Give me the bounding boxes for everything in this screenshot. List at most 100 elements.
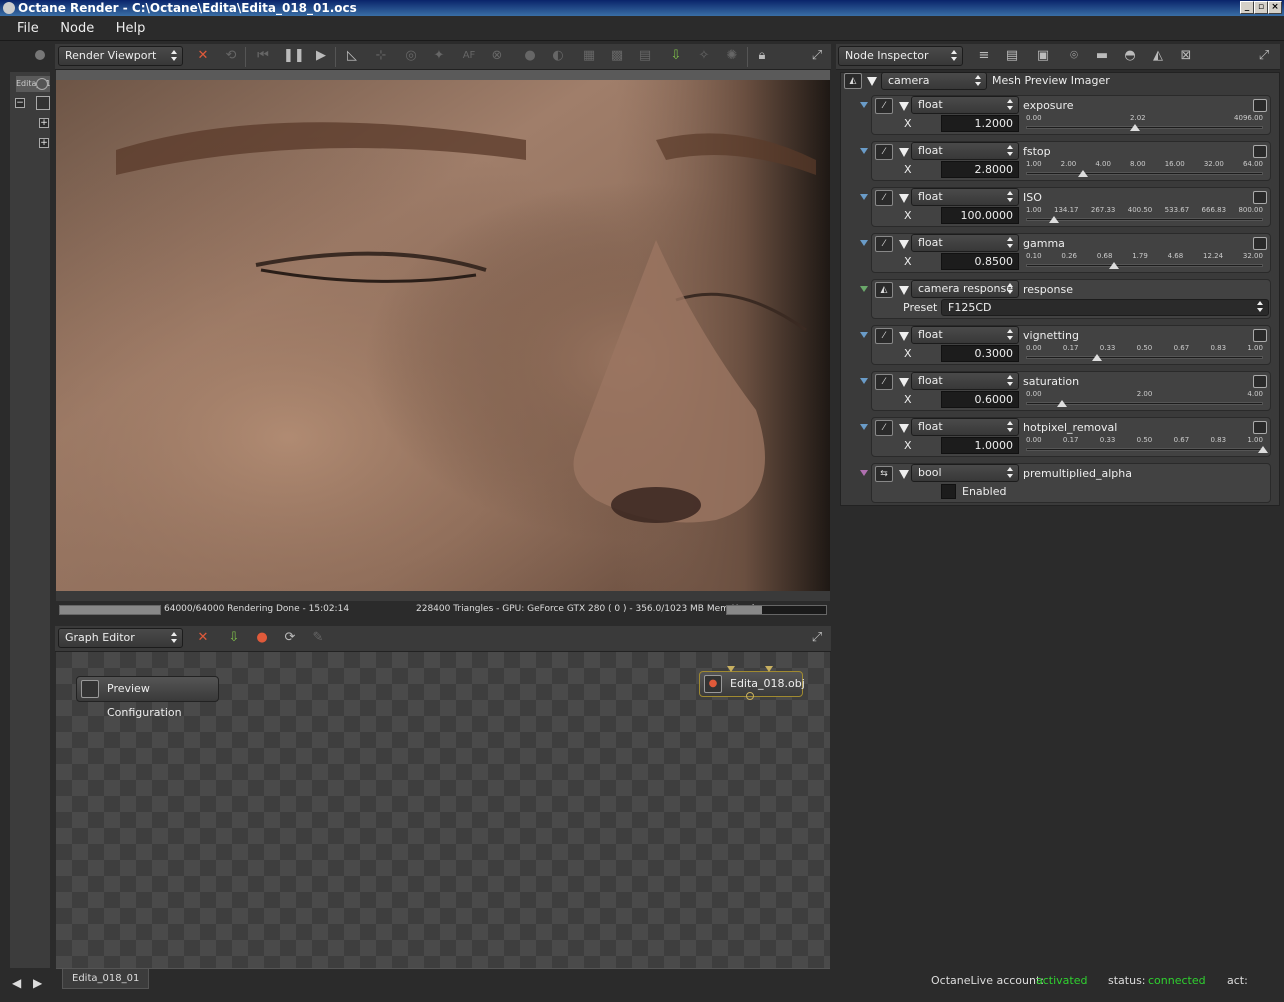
float-node-icon[interactable]: ⁄: [875, 236, 893, 252]
param-value-field[interactable]: 0.6000: [941, 391, 1019, 408]
menu-node[interactable]: Node: [51, 16, 103, 41]
pin-icon[interactable]: [860, 378, 868, 384]
menu-file[interactable]: File: [8, 16, 48, 41]
render-viewport-selector[interactable]: Render Viewport: [58, 46, 183, 66]
pin-icon[interactable]: [860, 470, 868, 476]
rewind-icon[interactable]: ⏮: [253, 46, 273, 66]
close-button[interactable]: ×: [1268, 1, 1282, 14]
next-arrow-icon[interactable]: ▶: [33, 976, 42, 990]
graph-tab[interactable]: Edita_018_01: [62, 969, 150, 989]
param-value-field[interactable]: 0.3000: [941, 345, 1019, 362]
fullscreen-icon[interactable]: ⤢: [807, 46, 827, 66]
clear-render-icon[interactable]: ✕: [193, 46, 213, 66]
dof-icon[interactable]: ◎: [401, 46, 421, 66]
sphere2-icon[interactable]: ◐: [548, 46, 568, 66]
lock-icon[interactable]: 🔒︎: [752, 46, 772, 66]
output-pin-icon[interactable]: [746, 692, 754, 700]
picker-icon[interactable]: ✦: [429, 46, 449, 66]
pin-icon[interactable]: [860, 286, 868, 292]
add-mesh-icon[interactable]: ●: [252, 628, 272, 648]
save-image-icon[interactable]: ⇩: [666, 46, 686, 66]
slider-thumb[interactable]: [1077, 170, 1088, 177]
slider-thumb[interactable]: [1056, 400, 1067, 407]
enabled-checkbox[interactable]: [941, 484, 956, 499]
render-viewport-canvas[interactable]: [56, 80, 830, 591]
slider-thumb[interactable]: [1049, 216, 1060, 223]
pin-icon[interactable]: [35, 50, 45, 60]
collapse-triangle-icon[interactable]: [899, 102, 909, 111]
bool-icon[interactable]: ⇆: [875, 466, 893, 482]
input-pin-icon[interactable]: [765, 666, 773, 672]
node-inspector-selector[interactable]: Node Inspector: [838, 46, 963, 66]
param-value-field[interactable]: 0.8500: [941, 253, 1019, 270]
float-node-icon[interactable]: ⁄: [875, 328, 893, 344]
collapse-triangle-icon[interactable]: [899, 470, 909, 479]
collapse-triangle-icon[interactable]: [899, 148, 909, 157]
param-type-combo[interactable]: float: [911, 418, 1019, 436]
pin-icon[interactable]: [860, 424, 868, 430]
grid-icon[interactable]: ▤: [635, 46, 655, 66]
import-icon[interactable]: ⇩: [224, 628, 244, 648]
pause-icon[interactable]: ❚❚: [283, 46, 305, 66]
param-slider[interactable]: 0.00 2.02 4096.00: [1026, 114, 1263, 134]
param-slider[interactable]: 0.10 0.26 0.68 1.79 4.68 12.24 32.00: [1026, 252, 1263, 272]
preset-combo[interactable]: F125CD: [941, 299, 1269, 316]
pin-icon[interactable]: [860, 148, 868, 154]
param-value-field[interactable]: 1.2000: [941, 115, 1019, 132]
sphere-icon[interactable]: ●: [520, 46, 540, 66]
collapse-icon[interactable]: ≡: [974, 46, 994, 66]
curve-toggle-icon[interactable]: [1253, 191, 1267, 204]
fullscreen-icon[interactable]: ⤢: [807, 628, 827, 648]
imager-node-icon[interactable]: ◭: [844, 73, 862, 89]
param-value-field[interactable]: 100.0000: [941, 207, 1019, 224]
af-icon[interactable]: ⊹: [371, 46, 391, 66]
material-picker-icon[interactable]: ⊗: [487, 46, 507, 66]
collapse-triangle-icon[interactable]: [899, 194, 909, 203]
close-tab-icon[interactable]: [36, 78, 48, 90]
param-value-field[interactable]: 2.8000: [941, 161, 1019, 178]
bool-type-combo[interactable]: bool: [911, 464, 1019, 482]
param-slider[interactable]: 0.00 0.17 0.33 0.50 0.67 0.83 1.00: [1026, 344, 1263, 364]
param-type-combo[interactable]: float: [911, 372, 1019, 390]
play-icon[interactable]: ▶: [311, 46, 331, 66]
kernel-icon[interactable]: ◓: [1120, 46, 1140, 66]
slider-thumb[interactable]: [1258, 446, 1268, 453]
param-value-field[interactable]: 1.0000: [941, 437, 1019, 454]
clear-graph-icon[interactable]: ✕: [193, 628, 213, 648]
autofocus-icon[interactable]: AF: [459, 46, 479, 66]
curve-toggle-icon[interactable]: [1253, 99, 1267, 112]
curve-toggle-icon[interactable]: [1253, 237, 1267, 250]
float-node-icon[interactable]: ⁄: [875, 144, 893, 160]
pin-icon[interactable]: [860, 332, 868, 338]
scene-node-icon[interactable]: [36, 96, 50, 110]
tool-icon[interactable]: ✎: [308, 628, 328, 648]
graph-editor-selector[interactable]: Graph Editor: [58, 628, 183, 648]
pin-icon[interactable]: [860, 102, 868, 108]
ruler-icon[interactable]: ◺: [342, 46, 362, 66]
slider-thumb[interactable]: [1092, 354, 1103, 361]
collapse-triangle-icon[interactable]: [899, 332, 909, 341]
reset-icon[interactable]: ⟲: [221, 46, 241, 66]
param-type-combo[interactable]: float: [911, 96, 1019, 114]
camera-icon[interactable]: ⌾: [1064, 46, 1084, 66]
light-icon[interactable]: ✺: [722, 46, 742, 66]
menu-help[interactable]: Help: [107, 16, 155, 41]
curve-toggle-icon[interactable]: [1253, 421, 1267, 434]
collapse-triangle-icon[interactable]: [867, 77, 877, 86]
maximize-button[interactable]: ▫: [1254, 1, 1268, 14]
collapse-triangle-icon[interactable]: [899, 424, 909, 433]
checker-icon[interactable]: ▩: [607, 46, 627, 66]
param-slider[interactable]: 1.00 2.00 4.00 8.00 16.00 32.00 64.00: [1026, 160, 1263, 180]
preview-icon[interactable]: ▣: [1033, 46, 1053, 66]
tree-expand-icon[interactable]: +: [39, 138, 49, 148]
curve-toggle-icon[interactable]: [1253, 329, 1267, 342]
response-type-combo[interactable]: camera response: [911, 280, 1019, 298]
param-slider[interactable]: 1.00 134.17 267.33 400.50 533.67 666.83 800.00: [1026, 206, 1263, 226]
region-icon[interactable]: ▦: [579, 46, 599, 66]
graph-node-preview-configuration[interactable]: Preview Configuration: [76, 676, 219, 719]
float-node-icon[interactable]: ⁄: [875, 98, 893, 114]
float-node-icon[interactable]: ⁄: [875, 190, 893, 206]
curve-toggle-icon[interactable]: [1253, 145, 1267, 158]
param-type-combo[interactable]: float: [911, 326, 1019, 344]
tree-collapse-icon[interactable]: −: [15, 98, 25, 108]
